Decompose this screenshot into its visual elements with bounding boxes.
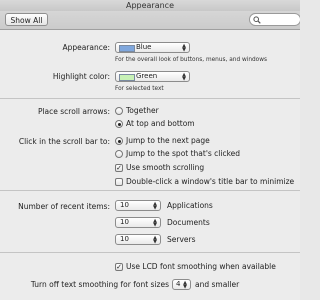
double-click-minimize-label: Double-click a window's title bar to min… xyxy=(126,177,295,186)
checkmark-icon: ✓ xyxy=(116,164,122,172)
appearance-description: For the overall look of buttons, menus, … xyxy=(115,57,267,63)
recent-applications-popup[interactable]: 10 ▲ ▼ xyxy=(115,200,161,211)
smooth-scrolling-label: Use smooth scrolling xyxy=(126,163,205,172)
radio-jump-to-spot-label: Jump to the spot that's clicked xyxy=(126,149,241,158)
popup-arrows-icon: ▲ ▼ xyxy=(153,201,157,211)
highlight-label: Highlight color: xyxy=(52,72,110,81)
show-all-button[interactable]: Show All xyxy=(5,13,48,26)
separator xyxy=(0,190,300,191)
search-field[interactable] xyxy=(249,13,300,26)
smooth-scrolling-checkbox[interactable]: ✓ xyxy=(115,164,123,172)
recent-items-label: Number of recent items: xyxy=(18,202,110,211)
magnifier-icon xyxy=(253,16,261,24)
toolbar: Show All xyxy=(0,11,300,30)
popup-arrows-icon: ▲ ▼ xyxy=(182,72,186,82)
recent-documents-label: Documents xyxy=(167,218,210,227)
appearance-label: Appearance: xyxy=(62,43,110,52)
and-smaller-label: and smaller xyxy=(195,280,240,289)
window-title: Appearance xyxy=(125,1,175,10)
recent-documents-popup[interactable]: 10 ▲ ▼ xyxy=(115,217,161,228)
recent-applications-label: Applications xyxy=(167,201,213,210)
popup-arrows-icon: ▲ ▼ xyxy=(183,280,187,290)
lcd-font-smoothing-label: Use LCD font smoothing when available xyxy=(126,262,276,271)
radio-jump-next-page-label: Jump to the next page xyxy=(126,136,210,145)
lcd-font-smoothing-checkbox[interactable]: ✓ xyxy=(115,263,123,271)
recent-documents-value: 10 xyxy=(120,218,129,226)
separator xyxy=(0,252,300,253)
font-size-popup[interactable]: 4 ▲ ▼ xyxy=(172,279,191,290)
separator xyxy=(0,98,300,99)
appearance-window: Appearance Show All Appearance: Blue ▲ ▼ … xyxy=(0,0,300,300)
recent-servers-popup[interactable]: 10 ▲ ▼ xyxy=(115,234,161,245)
double-click-minimize-checkbox[interactable] xyxy=(115,178,123,186)
radio-together[interactable] xyxy=(115,107,123,115)
highlight-value: Green xyxy=(136,72,158,80)
turn-off-smoothing-label: Turn off text smoothing for font sizes xyxy=(30,280,169,289)
preferences-content: Appearance: Blue ▲ ▼ For the overall look… xyxy=(0,30,300,300)
recent-applications-value: 10 xyxy=(120,201,129,209)
radio-at-top-and-bottom-label: At top and bottom xyxy=(126,119,195,128)
highlight-description: For selected text xyxy=(115,86,164,92)
appearance-popup[interactable]: Blue ▲ ▼ xyxy=(115,42,190,53)
radio-at-top-and-bottom[interactable] xyxy=(115,120,123,128)
highlight-popup[interactable]: Green ▲ ▼ xyxy=(115,71,190,82)
font-size-value: 4 xyxy=(176,280,181,288)
popup-arrows-icon: ▲ ▼ xyxy=(153,235,157,245)
radio-together-label: Together xyxy=(126,106,159,115)
radio-jump-next-page[interactable] xyxy=(115,137,123,145)
appearance-value: Blue xyxy=(136,43,152,51)
checkmark-icon: ✓ xyxy=(116,263,122,271)
popup-arrows-icon: ▲ ▼ xyxy=(153,218,157,228)
recent-servers-label: Servers xyxy=(167,235,196,244)
scroll-bar-click-label: Click in the scroll bar to: xyxy=(18,137,110,146)
recent-servers-value: 10 xyxy=(120,235,129,243)
scroll-arrows-label: Place scroll arrows: xyxy=(37,107,110,116)
popup-arrows-icon: ▲ ▼ xyxy=(182,43,186,53)
radio-jump-to-spot[interactable] xyxy=(115,150,123,158)
highlight-swatch xyxy=(119,74,135,81)
appearance-swatch xyxy=(119,45,135,52)
